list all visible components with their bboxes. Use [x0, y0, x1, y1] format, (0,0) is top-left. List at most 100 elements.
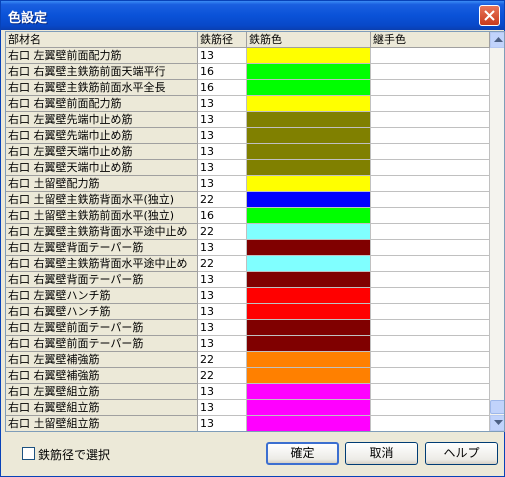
header-joint-color[interactable]: 継手色 [371, 32, 490, 48]
joint-color-cell[interactable] [371, 96, 490, 112]
rebar-diameter-cell[interactable]: 13 [198, 416, 247, 431]
joint-color-cell[interactable] [371, 352, 490, 368]
table-row[interactable]: 右口 左翼壁補強筋 22 [6, 352, 490, 368]
close-button[interactable] [479, 5, 500, 26]
rebar-color-cell[interactable] [247, 320, 371, 336]
rebar-color-cell[interactable] [247, 400, 371, 416]
table-row[interactable]: 右口 左翼壁背面テーパー筋 13 [6, 240, 490, 256]
rebar-diameter-cell[interactable]: 13 [198, 96, 247, 112]
table-row[interactable]: 右口 左翼壁前面テーパー筋 13 [6, 320, 490, 336]
table-row[interactable]: 右口 土留壁主鉄筋背面水平(独立) 22 [6, 192, 490, 208]
rebar-color-cell[interactable] [247, 416, 371, 431]
joint-color-cell[interactable] [371, 112, 490, 128]
joint-color-cell[interactable] [371, 224, 490, 240]
joint-color-cell[interactable] [371, 288, 490, 304]
table-row[interactable]: 右口 左翼壁前面配力筋 13 [6, 48, 490, 64]
rebar-diameter-cell[interactable]: 13 [198, 384, 247, 400]
joint-color-cell[interactable] [371, 320, 490, 336]
joint-color-cell[interactable] [371, 192, 490, 208]
rebar-color-cell[interactable] [247, 224, 371, 240]
rebar-color-cell[interactable] [247, 240, 371, 256]
rebar-diameter-cell[interactable]: 13 [198, 272, 247, 288]
table-row[interactable]: 右口 右翼壁先端巾止め筋 13 [6, 128, 490, 144]
rebar-color-cell[interactable] [247, 128, 371, 144]
table-row[interactable]: 右口 土留壁主鉄筋前面水平(独立) 16 [6, 208, 490, 224]
rebar-diameter-cell[interactable]: 13 [198, 320, 247, 336]
table-row[interactable]: 右口 右翼壁主鉄筋前面天端平行 16 [6, 64, 490, 80]
help-button[interactable]: ヘルプ [425, 442, 498, 465]
rebar-diameter-cell[interactable]: 16 [198, 208, 247, 224]
ok-button[interactable]: 確定 [266, 442, 339, 465]
header-rebar-color[interactable]: 鉄筋色 [247, 32, 371, 48]
joint-color-cell[interactable] [371, 240, 490, 256]
rebar-diameter-cell[interactable]: 13 [198, 336, 247, 352]
joint-color-cell[interactable] [371, 304, 490, 320]
table-row[interactable]: 右口 右翼壁主鉄筋前面水平全長 16 [6, 80, 490, 96]
rebar-diameter-cell[interactable]: 13 [198, 160, 247, 176]
rebar-color-cell[interactable] [247, 80, 371, 96]
rebar-diameter-cell[interactable]: 13 [198, 144, 247, 160]
rebar-color-cell[interactable] [247, 352, 371, 368]
header-rebar-diameter[interactable]: 鉄筋径 [198, 32, 247, 48]
table-row[interactable]: 右口 右翼壁背面テーパー筋 13 [6, 272, 490, 288]
rebar-diameter-cell[interactable]: 13 [198, 304, 247, 320]
rebar-diameter-cell[interactable]: 16 [198, 80, 247, 96]
joint-color-cell[interactable] [371, 384, 490, 400]
table-row[interactable]: 右口 左翼壁組立筋 13 [6, 384, 490, 400]
joint-color-cell[interactable] [371, 128, 490, 144]
scroll-thumb[interactable] [490, 400, 504, 414]
rebar-color-cell[interactable] [247, 336, 371, 352]
joint-color-cell[interactable] [371, 176, 490, 192]
rebar-diameter-cell[interactable]: 13 [198, 176, 247, 192]
rebar-color-cell[interactable] [247, 96, 371, 112]
header-member-name[interactable]: 部材名 [6, 32, 198, 48]
rebar-color-cell[interactable] [247, 176, 371, 192]
select-by-diameter-label[interactable]: 鉄筋径で選択 [38, 446, 110, 463]
rebar-color-cell[interactable] [247, 304, 371, 320]
joint-color-cell[interactable] [371, 256, 490, 272]
rebar-diameter-cell[interactable]: 22 [198, 192, 247, 208]
rebar-diameter-cell[interactable]: 13 [198, 400, 247, 416]
rebar-color-cell[interactable] [247, 288, 371, 304]
joint-color-cell[interactable] [371, 416, 490, 431]
rebar-diameter-cell[interactable]: 13 [198, 288, 247, 304]
joint-color-cell[interactable] [371, 160, 490, 176]
table-row[interactable]: 右口 土留壁配力筋 13 [6, 176, 490, 192]
rebar-diameter-cell[interactable]: 22 [198, 256, 247, 272]
joint-color-cell[interactable] [371, 208, 490, 224]
rebar-diameter-cell[interactable]: 22 [198, 368, 247, 384]
rebar-diameter-cell[interactable]: 13 [198, 240, 247, 256]
rebar-color-cell[interactable] [247, 192, 371, 208]
rebar-color-cell[interactable] [247, 48, 371, 64]
rebar-color-cell[interactable] [247, 384, 371, 400]
rebar-color-cell[interactable] [247, 256, 371, 272]
table-row[interactable]: 右口 右翼壁組立筋 13 [6, 400, 490, 416]
table-row[interactable]: 右口 右翼壁天端巾止め筋 13 [6, 160, 490, 176]
rebar-color-cell[interactable] [247, 144, 371, 160]
rebar-diameter-cell[interactable]: 22 [198, 224, 247, 240]
table-row[interactable]: 右口 土留壁組立筋 13 [6, 416, 490, 431]
table-row[interactable]: 右口 左翼壁主鉄筋背面水平途中止め 22 [6, 224, 490, 240]
table-row[interactable]: 右口 右翼壁前面配力筋 13 [6, 96, 490, 112]
rebar-color-cell[interactable] [247, 272, 371, 288]
rebar-diameter-cell[interactable]: 13 [198, 112, 247, 128]
scroll-down-button[interactable] [490, 415, 504, 431]
rebar-color-cell[interactable] [247, 208, 371, 224]
joint-color-cell[interactable] [371, 80, 490, 96]
rebar-color-cell[interactable] [247, 160, 371, 176]
table-row[interactable]: 右口 右翼壁ハンチ筋 13 [6, 304, 490, 320]
table-row[interactable]: 右口 左翼壁先端巾止め筋 13 [6, 112, 490, 128]
table-row[interactable]: 右口 左翼壁ハンチ筋 13 [6, 288, 490, 304]
joint-color-cell[interactable] [371, 64, 490, 80]
rebar-color-cell[interactable] [247, 112, 371, 128]
table-row[interactable]: 右口 右翼壁主鉄筋背面水平途中止め 22 [6, 256, 490, 272]
table-row[interactable]: 右口 右翼壁前面テーパー筋 13 [6, 336, 490, 352]
vertical-scrollbar[interactable] [490, 32, 504, 431]
table-row[interactable]: 右口 左翼壁天端巾止め筋 13 [6, 144, 490, 160]
joint-color-cell[interactable] [371, 368, 490, 384]
joint-color-cell[interactable] [371, 144, 490, 160]
cancel-button[interactable]: 取消 [345, 442, 418, 465]
joint-color-cell[interactable] [371, 272, 490, 288]
rebar-color-cell[interactable] [247, 64, 371, 80]
select-by-diameter-checkbox[interactable] [22, 447, 35, 460]
